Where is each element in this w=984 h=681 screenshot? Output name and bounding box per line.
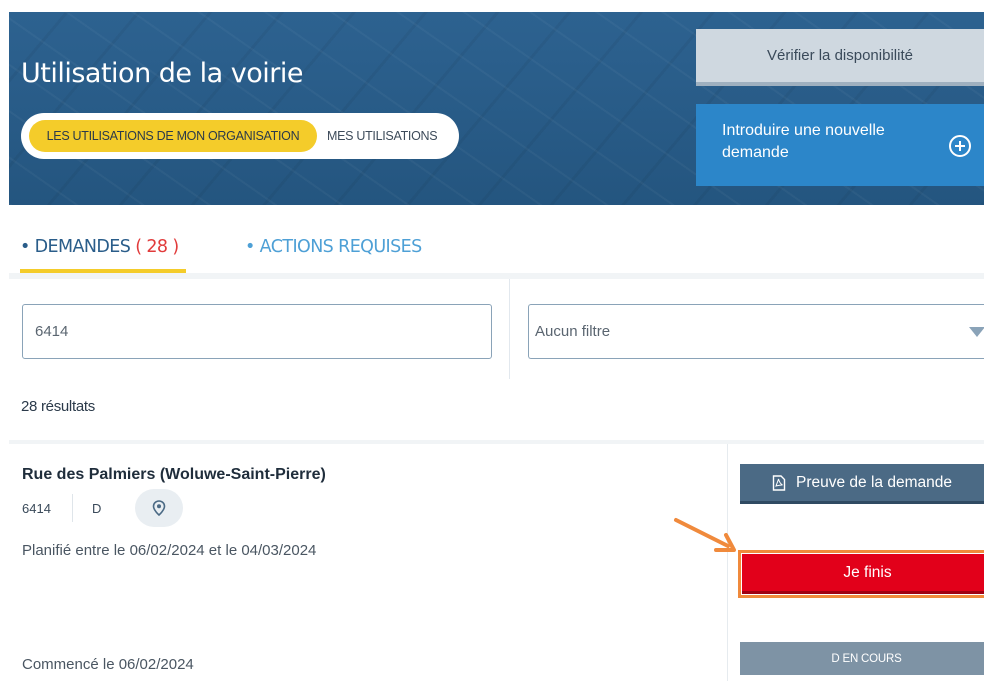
tabs-bar: • DEMANDES ( 28 ) • ACTIONS REQUISES [9,213,984,273]
new-request-button[interactable]: Introduire une nouvelle demande [696,104,984,186]
toggle-my-usages[interactable]: MES UTILISATIONS [327,120,438,152]
street-title[interactable]: Rue des Palmiers (Woluwe-Saint-Pierre) [22,466,326,484]
filter-divider [509,279,510,379]
reference-separator [72,494,73,522]
tab-actions-requises[interactable]: • ACTIONS REQUISES [245,237,422,257]
search-input[interactable] [22,304,492,359]
proof-button-label: Preuve de la demande [796,473,952,491]
page-title: Utilisation de la voirie [21,58,303,89]
toggle-my-organisation[interactable]: LES UTILISATIONS DE MON ORGANISATION [29,120,317,152]
plus-circle-icon [949,135,971,157]
tab-demandes-label: • DEMANDES [20,237,136,257]
pdf-icon [772,474,786,491]
results-count: 28 résultats [21,398,95,415]
tab-demandes[interactable]: • DEMANDES ( 28 ) [20,237,179,257]
organisation-toggle: LES UTILISATIONS DE MON ORGANISATION MES… [21,113,459,159]
proof-of-request-button[interactable]: Preuve de la demande [740,464,984,504]
location-pin-button[interactable] [135,489,183,527]
filter-panel: Aucun filtre [9,273,984,379]
tab-demandes-count: ( 28 ) [135,237,179,257]
new-request-label: Introduire une nouvelle demande [722,122,885,161]
started-date: Commencé le 06/02/2024 [22,656,194,673]
request-code: D [92,501,102,516]
filter-select-value: Aucun filtre [535,323,611,340]
annotation-arrow-icon [674,518,736,552]
chevron-down-icon [969,327,984,337]
filter-select[interactable]: Aucun filtre [528,304,984,359]
result-card: Rue des Palmiers (Woluwe-Saint-Pierre) 6… [9,440,984,681]
map-pin-icon [152,500,166,516]
finish-button[interactable]: Je finis [742,554,984,594]
card-divider [727,444,728,681]
reference-number: 6414 [22,501,51,516]
verify-availability-button[interactable]: Vérifier la disponibilité [696,29,984,86]
planned-dates: Planifié entre le 06/02/2024 et le 04/03… [22,542,317,559]
status-badge: D EN COURS [740,642,984,675]
